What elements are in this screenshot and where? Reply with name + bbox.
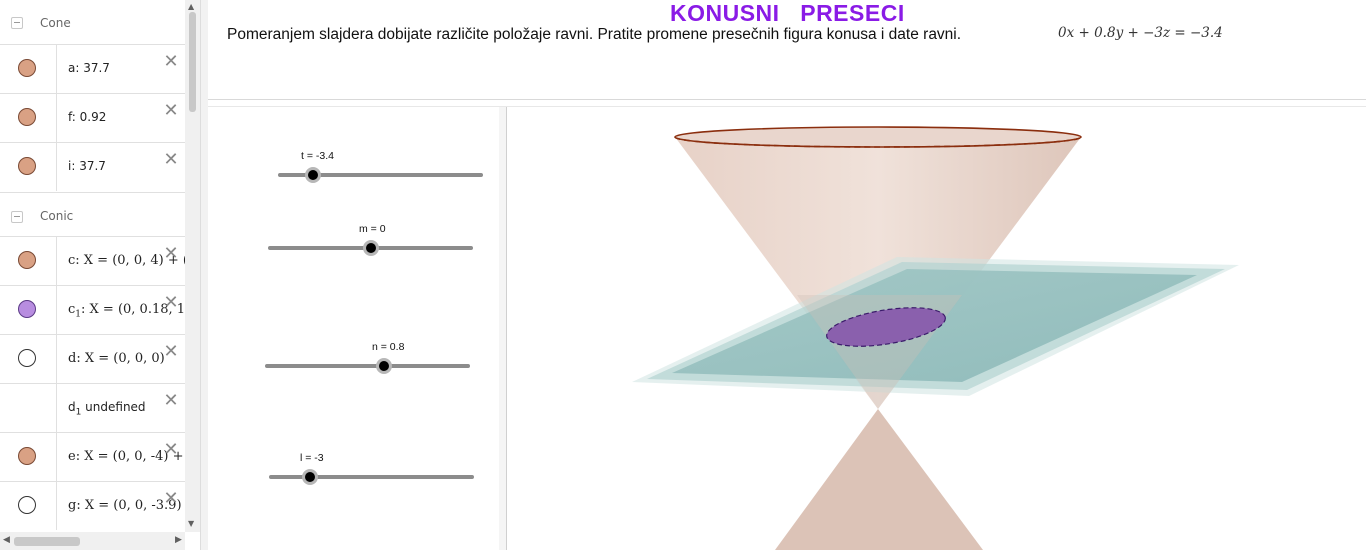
divider [208, 99, 1366, 100]
collapse-icon[interactable] [11, 211, 23, 223]
plane-equation: 0x + 0.8y + −3z = −3.4 [1058, 25, 1223, 41]
algebra-item-i[interactable]: i: 37.7 ✕ [0, 142, 185, 191]
marble-cell [0, 482, 57, 530]
slider-track[interactable] [265, 364, 470, 368]
group-name: Conic [40, 209, 74, 223]
visibility-marble[interactable] [18, 300, 36, 318]
scroll-thumb[interactable] [14, 537, 80, 546]
item-label: a: 37.7 [68, 61, 110, 75]
marble-cell [0, 384, 57, 432]
visibility-marble[interactable] [18, 157, 36, 175]
marble-cell [0, 143, 57, 191]
slider-track[interactable] [269, 475, 474, 479]
slider-caption: l = -3 [300, 452, 324, 464]
visibility-marble[interactable] [18, 59, 36, 77]
scroll-thumb[interactable] [189, 12, 196, 112]
close-icon[interactable]: ✕ [161, 52, 181, 72]
instruction-text: Pomeranjem slajdera dobijate različite p… [227, 26, 962, 43]
algebra-item-a[interactable]: a: 37.7 ✕ [0, 44, 185, 93]
algebra-item-f[interactable]: f: 0.92 ✕ [0, 93, 185, 142]
algebra-item-g[interactable]: g: X = (0, 0, -3.9) ✕ [0, 481, 185, 530]
visibility-marble[interactable] [18, 349, 36, 367]
horizontal-scrollbar[interactable]: ◀ ▶ [0, 532, 185, 550]
slider-knob[interactable] [362, 240, 379, 256]
marble-cell [0, 335, 57, 383]
slider-knob[interactable] [302, 469, 318, 485]
visibility-marble[interactable] [18, 496, 36, 514]
scene-3d[interactable] [507, 107, 1366, 550]
visibility-marble[interactable] [18, 108, 36, 126]
visibility-marble[interactable] [18, 251, 36, 269]
algebra-view: Cone a: 37.7 ✕ f: 0.92 ✕ i: 37.7 ✕ Conic… [0, 0, 200, 550]
item-label: f: 0.92 [68, 110, 107, 124]
item-label-name: d [68, 400, 76, 414]
page-title: KONUSNI PRESECI [670, 0, 905, 26]
item-label: i: 37.7 [68, 159, 106, 173]
marble-cell [0, 237, 57, 285]
item-label-rest: undefined [81, 400, 146, 414]
group-header-cone[interactable]: Cone [0, 0, 185, 44]
algebra-item-c1[interactable]: c1: X = (0, 0.18, 1.1 ✕ [0, 285, 197, 334]
algebra-item-e[interactable]: e: X = (0, 0, -4) + ✕ [0, 432, 185, 481]
slider-knob[interactable] [304, 167, 321, 183]
visibility-marble[interactable] [18, 447, 36, 465]
slider-knob[interactable] [375, 358, 392, 374]
graphics-view-2d: t = -3.4 m = 0 n = 0.8 l = -3 [208, 107, 500, 550]
collapse-icon[interactable] [11, 17, 23, 29]
close-icon[interactable]: ✕ [161, 489, 181, 509]
slider-caption: m = 0 [359, 223, 386, 235]
group-header-conic[interactable]: Conic [0, 192, 185, 236]
item-label: d1 undefined [68, 400, 146, 417]
scroll-right-icon[interactable]: ▶ [175, 535, 182, 545]
scroll-down-icon[interactable]: ▼ [188, 519, 194, 528]
algebra-item-c[interactable]: c: X = (0, 0, 4) + ( ✕ [0, 236, 188, 285]
close-icon[interactable]: ✕ [161, 440, 181, 460]
item-label: d: X = (0, 0, 0) [68, 351, 165, 366]
close-icon[interactable]: ✕ [161, 150, 181, 170]
slider-caption: t = -3.4 [301, 150, 334, 162]
marble-cell [0, 94, 57, 142]
close-icon[interactable]: ✕ [161, 244, 181, 264]
panel-divider[interactable] [499, 107, 507, 550]
marble-cell [0, 433, 57, 481]
lower-cone[interactable] [775, 409, 983, 550]
slider-caption: n = 0.8 [372, 341, 405, 353]
scroll-left-icon[interactable]: ◀ [3, 535, 10, 545]
scroll-up-icon[interactable]: ▲ [188, 2, 194, 11]
algebra-item-d[interactable]: d: X = (0, 0, 0) ✕ [0, 334, 185, 383]
panel-divider[interactable] [200, 0, 208, 550]
marble-cell [0, 286, 57, 334]
group-name: Cone [40, 16, 71, 30]
close-icon[interactable]: ✕ [161, 293, 181, 313]
algebra-item-d1[interactable]: d1 undefined ✕ [0, 383, 185, 432]
graphics-view-3d[interactable] [507, 107, 1366, 550]
close-icon[interactable]: ✕ [161, 391, 181, 411]
vertical-scrollbar[interactable]: ▲ ▼ [185, 0, 200, 532]
close-icon[interactable]: ✕ [161, 342, 181, 362]
marble-cell [0, 45, 57, 93]
close-icon[interactable]: ✕ [161, 101, 181, 121]
